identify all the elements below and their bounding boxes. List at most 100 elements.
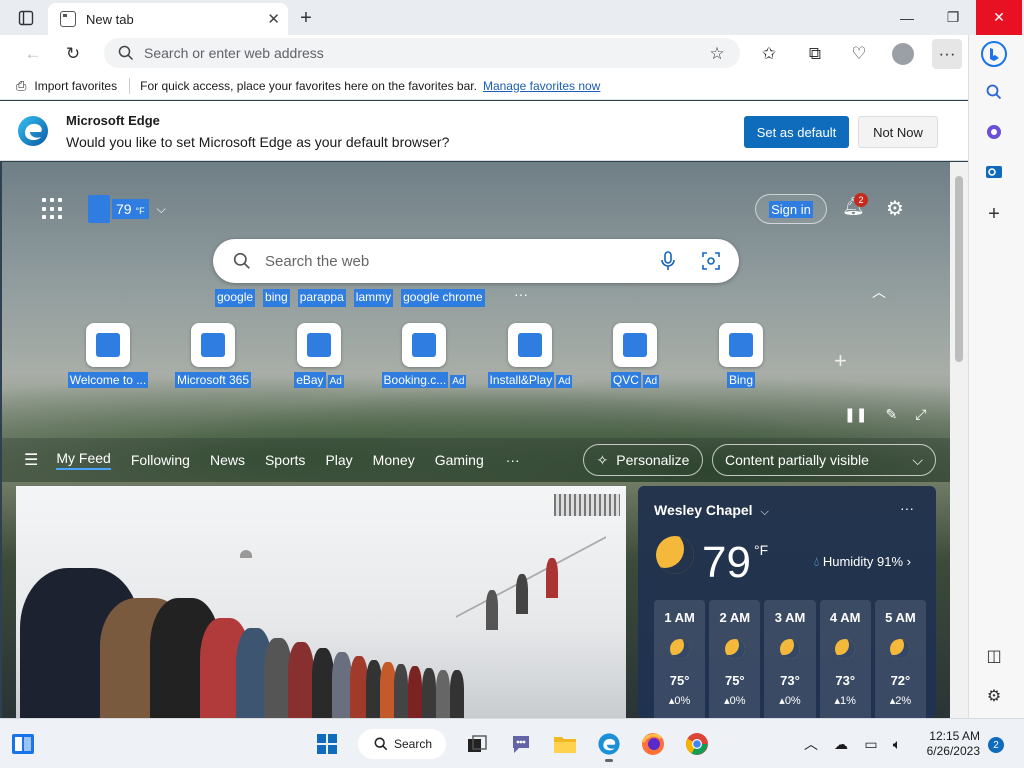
settings-more-icon[interactable]: ··· — [932, 39, 962, 69]
quick-link-tile[interactable]: QVC Ad — [585, 323, 685, 393]
hourly-item: 3 AM 73° ▴0% — [764, 600, 816, 718]
search-icon — [374, 737, 388, 751]
trending-more-icon[interactable]: ··· — [514, 286, 528, 302]
new-tab-button[interactable]: + — [292, 4, 320, 32]
task-view-icon[interactable] — [464, 731, 490, 757]
notifications-bell-icon[interactable]: 🔔︎ 2 — [842, 193, 868, 220]
quick-link-label: Bing — [726, 372, 756, 388]
microphone-icon[interactable] — [659, 251, 677, 271]
edit-background-icon[interactable]: ✎ — [885, 406, 897, 423]
favorites-icon[interactable]: ✩ — [754, 39, 784, 69]
web-search-input[interactable]: Search the web — [213, 239, 739, 283]
feed-tab-my-feed[interactable]: My Feed — [56, 450, 111, 470]
edge-taskbar-icon[interactable] — [596, 731, 622, 762]
tab-close-icon[interactable]: ✕ — [267, 10, 280, 28]
feed-more-icon[interactable]: ··· — [506, 452, 520, 468]
close-window-button[interactable]: ✕ — [976, 0, 1022, 35]
quick-link-tile[interactable]: Install&Play Ad — [480, 323, 580, 393]
tab-actions-icon[interactable] — [12, 4, 40, 32]
hourly-forecast: 1 AM 75° ▴0% 2 AM 75° ▴0% 3 AM 73° ▴0% 4… — [654, 600, 927, 718]
browser-essentials-icon[interactable]: ♡ — [844, 39, 874, 69]
quick-link-icon — [508, 323, 552, 367]
page-settings-gear-icon[interactable]: ⚙ — [886, 196, 904, 221]
feed-tab-following[interactable]: Following — [131, 452, 190, 468]
hero-news-image[interactable] — [16, 486, 626, 718]
content-visibility-label: Content partially visible — [725, 452, 869, 468]
default-browser-infobar: Microsoft Edge Would you like to set Mic… — [0, 101, 968, 161]
tab-new-tab[interactable]: New tab ✕ — [48, 3, 288, 35]
feed-tab-sports[interactable]: Sports — [265, 452, 305, 468]
scrollbar-thumb[interactable] — [955, 176, 963, 362]
trending-item[interactable]: google — [215, 289, 256, 307]
favorite-star-icon[interactable]: ☆ — [702, 39, 732, 69]
widgets-icon[interactable] — [10, 731, 36, 757]
quick-link-tile[interactable]: Microsoft 365 — [163, 323, 263, 393]
restore-button[interactable]: ❐ — [930, 0, 976, 35]
content-visibility-dropdown[interactable]: Content partially visible ⌵ — [712, 444, 936, 476]
quick-link-tile[interactable]: Welcome to ... — [58, 323, 158, 393]
hide-sidebar-icon[interactable]: ◫ — [979, 641, 1009, 671]
firefox-icon[interactable] — [640, 731, 666, 757]
quick-link-tile[interactable]: eBay Ad — [269, 323, 369, 393]
weather-mini-temp: 79 — [116, 201, 132, 217]
chevron-up-icon[interactable]: ︿ — [872, 282, 886, 302]
start-menu-icon[interactable] — [314, 731, 340, 757]
sign-in-button[interactable]: Sign in — [755, 194, 827, 224]
profile-avatar[interactable] — [888, 39, 918, 69]
app-launcher-icon[interactable] — [42, 198, 64, 220]
feed-tab-gaming[interactable]: Gaming — [435, 452, 484, 468]
taskbar-search-button[interactable]: Search — [358, 729, 446, 759]
sidebar-settings-gear-icon[interactable]: ⚙ — [979, 681, 1009, 711]
bing-chat-icon[interactable] — [979, 39, 1009, 69]
quick-link-icon — [297, 323, 341, 367]
pause-icon[interactable]: ❚❚ — [844, 406, 867, 423]
cloud-offline-icon[interactable]: ☁ — [828, 731, 854, 757]
expand-icon[interactable]: ⤢ — [915, 406, 926, 423]
notification-center-badge[interactable]: 2 — [988, 737, 1004, 753]
chrome-icon[interactable] — [684, 731, 710, 757]
quick-link-tile[interactable]: Booking.c... Ad — [374, 323, 474, 393]
add-sidebar-app-icon[interactable]: + — [979, 199, 1009, 229]
add-quick-link-button[interactable]: + — [834, 348, 847, 374]
feed-tab-money[interactable]: Money — [373, 452, 415, 468]
quick-link-icon — [613, 323, 657, 367]
manage-favorites-link[interactable]: Manage favorites now — [483, 79, 600, 93]
teams-chat-icon[interactable] — [508, 731, 534, 757]
refresh-icon[interactable]: ↻ — [58, 39, 88, 69]
trending-item[interactable]: lammy — [353, 289, 394, 307]
weather-widget-mini[interactable]: 79 °F ⌵ — [88, 194, 166, 224]
hour-time: 2 AM — [719, 610, 751, 625]
visual-search-icon[interactable] — [701, 251, 721, 271]
clock-time: 12:15 AM — [929, 729, 980, 743]
file-explorer-icon[interactable] — [552, 731, 578, 757]
search-icon[interactable] — [979, 77, 1009, 107]
outlook-icon[interactable] — [979, 157, 1009, 187]
personalize-button[interactable]: ✧ Personalize — [583, 444, 703, 476]
feed-tab-play[interactable]: Play — [325, 452, 352, 468]
collections-icon[interactable]: ⧉ — [800, 39, 830, 69]
show-hidden-icons-chevron-icon[interactable]: ︿ — [798, 731, 824, 757]
favorites-bar-message: For quick access, place your favorites h… — [140, 78, 477, 93]
back-icon[interactable]: ← — [18, 39, 48, 69]
trending-item[interactable]: bing — [263, 289, 290, 307]
hourly-item: 1 AM 75° ▴0% — [654, 600, 706, 718]
chevron-down-icon[interactable]: ⌵ — [157, 202, 166, 217]
taskbar-clock[interactable]: 12:15 AM 6/26/2023 — [912, 729, 980, 759]
import-favorites-button[interactable]: Import favorites — [34, 79, 117, 93]
hamburger-menu-icon[interactable]: ☰ — [24, 450, 38, 470]
trending-item[interactable]: parappa — [297, 289, 346, 307]
weather-card[interactable]: Wesley Chapel ⌵ ··· 79 °F 💧︎ Humidity 91… — [638, 486, 936, 718]
feed-tab-news[interactable]: News — [210, 452, 245, 468]
page-scrollbar[interactable] — [950, 162, 968, 718]
network-icon[interactable]: ▭ — [858, 731, 884, 757]
address-bar[interactable]: Search or enter web address — [104, 38, 740, 68]
shopping-icon[interactable] — [979, 117, 1009, 147]
favorites-bar: ⎙ Import favorites For quick access, pla… — [0, 72, 968, 100]
minimize-button[interactable]: — — [884, 0, 930, 35]
weather-more-icon[interactable]: ··· — [900, 500, 914, 516]
trending-item[interactable]: google chrome — [401, 289, 485, 307]
quick-link-tile[interactable]: Bing — [691, 323, 791, 393]
set-as-default-button[interactable]: Set as default — [744, 116, 849, 148]
not-now-button[interactable]: Not Now — [858, 116, 938, 148]
volume-icon[interactable]: 🔈︎ — [884, 731, 910, 757]
